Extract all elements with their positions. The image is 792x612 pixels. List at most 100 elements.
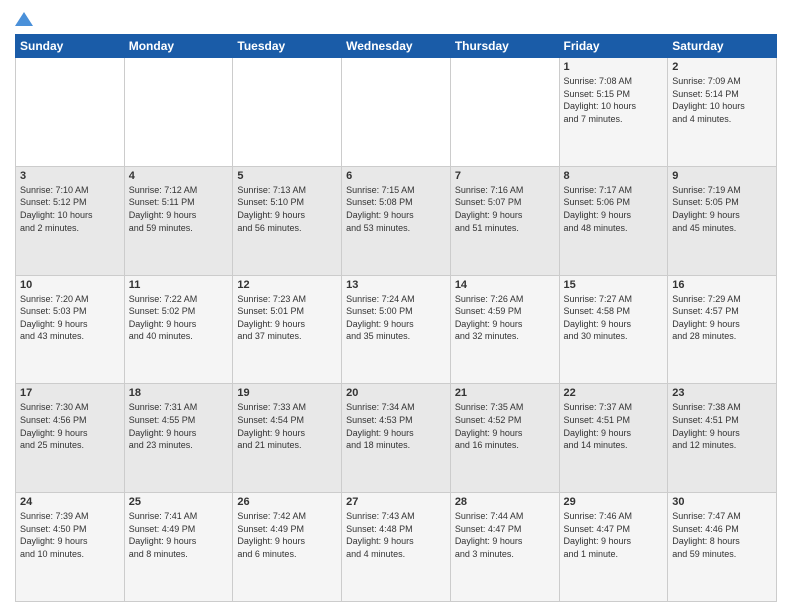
day-cell: 24Sunrise: 7:39 AM Sunset: 4:50 PM Dayli…	[16, 493, 125, 602]
day-cell: 3 Sunrise: 7:10 AM Sunset: 5:12 PM Daylig…	[16, 166, 125, 275]
day-number: 29	[564, 496, 664, 508]
day-cell: 1 Sunrise: 7:08 AM Sunset: 5:15 PM Daylig…	[559, 58, 668, 167]
day-cell: 7 Sunrise: 7:16 AM Sunset: 5:07 PM Daylig…	[450, 166, 559, 275]
page: SundayMondayTuesdayWednesdayThursdayFrid…	[0, 0, 792, 612]
day-cell: 21Sunrise: 7:35 AM Sunset: 4:52 PM Dayli…	[450, 384, 559, 493]
day-info: Sunrise: 7:39 AM Sunset: 4:50 PM Dayligh…	[20, 510, 120, 560]
day-info: Sunrise: 7:35 AM Sunset: 4:52 PM Dayligh…	[455, 401, 555, 451]
day-info: Sunrise: 7:37 AM Sunset: 4:51 PM Dayligh…	[564, 401, 664, 451]
weekday-header-sunday: Sunday	[16, 35, 125, 58]
day-number: 26	[237, 496, 337, 508]
day-cell: 27Sunrise: 7:43 AM Sunset: 4:48 PM Dayli…	[342, 493, 451, 602]
calendar-table: SundayMondayTuesdayWednesdayThursdayFrid…	[15, 34, 777, 602]
day-info: Sunrise: 7:20 AM Sunset: 5:03 PM Dayligh…	[20, 293, 120, 343]
day-cell: 25Sunrise: 7:41 AM Sunset: 4:49 PM Dayli…	[124, 493, 233, 602]
day-number: 12	[237, 279, 337, 291]
week-row-4: 17 Sunrise: 7:30 AM Sunset: 4:56 PM Dayli…	[16, 384, 777, 493]
day-number: 1	[564, 61, 664, 73]
day-number: 28	[455, 496, 555, 508]
week-row-2: 3 Sunrise: 7:10 AM Sunset: 5:12 PM Daylig…	[16, 166, 777, 275]
day-info: Sunrise: 7:23 AM Sunset: 5:01 PM Dayligh…	[237, 293, 337, 343]
day-info: Sunrise: 7:08 AM Sunset: 5:15 PM Dayligh…	[564, 75, 664, 125]
weekday-header-thursday: Thursday	[450, 35, 559, 58]
week-row-3: 10 Sunrise: 7:20 AM Sunset: 5:03 PM Dayli…	[16, 275, 777, 384]
weekday-header-tuesday: Tuesday	[233, 35, 342, 58]
day-cell: 9 Sunrise: 7:19 AM Sunset: 5:05 PM Daylig…	[668, 166, 777, 275]
day-info: Sunrise: 7:38 AM Sunset: 4:51 PM Dayligh…	[672, 401, 772, 451]
day-number: 8	[564, 170, 664, 182]
day-cell: 10 Sunrise: 7:20 AM Sunset: 5:03 PM Dayli…	[16, 275, 125, 384]
day-number: 9	[672, 170, 772, 182]
day-info: Sunrise: 7:26 AM Sunset: 4:59 PM Dayligh…	[455, 293, 555, 343]
week-row-5: 24Sunrise: 7:39 AM Sunset: 4:50 PM Dayli…	[16, 493, 777, 602]
day-cell	[124, 58, 233, 167]
day-info: Sunrise: 7:46 AM Sunset: 4:47 PM Dayligh…	[564, 510, 664, 560]
day-info: Sunrise: 7:31 AM Sunset: 4:55 PM Dayligh…	[129, 401, 229, 451]
day-cell: 14 Sunrise: 7:26 AM Sunset: 4:59 PM Dayli…	[450, 275, 559, 384]
day-cell: 5Sunrise: 7:13 AM Sunset: 5:10 PM Daylig…	[233, 166, 342, 275]
day-number: 25	[129, 496, 229, 508]
day-number: 5	[237, 170, 337, 182]
day-info: Sunrise: 7:09 AM Sunset: 5:14 PM Dayligh…	[672, 75, 772, 125]
logo	[15, 10, 33, 26]
day-cell: 22 Sunrise: 7:37 AM Sunset: 4:51 PM Dayli…	[559, 384, 668, 493]
day-info: Sunrise: 7:16 AM Sunset: 5:07 PM Dayligh…	[455, 184, 555, 234]
day-cell	[342, 58, 451, 167]
day-cell	[16, 58, 125, 167]
day-cell: 15 Sunrise: 7:27 AM Sunset: 4:58 PM Dayli…	[559, 275, 668, 384]
day-number: 4	[129, 170, 229, 182]
weekday-header-wednesday: Wednesday	[342, 35, 451, 58]
day-cell: 2 Sunrise: 7:09 AM Sunset: 5:14 PM Daylig…	[668, 58, 777, 167]
day-cell: 29 Sunrise: 7:46 AM Sunset: 4:47 PM Dayli…	[559, 493, 668, 602]
day-number: 30	[672, 496, 772, 508]
header	[15, 10, 777, 26]
day-cell: 12 Sunrise: 7:23 AM Sunset: 5:01 PM Dayli…	[233, 275, 342, 384]
day-number: 15	[564, 279, 664, 291]
day-cell: 6Sunrise: 7:15 AM Sunset: 5:08 PM Daylig…	[342, 166, 451, 275]
day-info: Sunrise: 7:44 AM Sunset: 4:47 PM Dayligh…	[455, 510, 555, 560]
weekday-header-saturday: Saturday	[668, 35, 777, 58]
day-cell	[233, 58, 342, 167]
day-info: Sunrise: 7:10 AM Sunset: 5:12 PM Dayligh…	[20, 184, 120, 234]
day-number: 16	[672, 279, 772, 291]
day-cell: 16 Sunrise: 7:29 AM Sunset: 4:57 PM Dayli…	[668, 275, 777, 384]
day-number: 2	[672, 61, 772, 73]
day-cell: 23Sunrise: 7:38 AM Sunset: 4:51 PM Dayli…	[668, 384, 777, 493]
logo-icon	[15, 10, 33, 28]
day-number: 22	[564, 387, 664, 399]
day-cell	[450, 58, 559, 167]
day-cell: 4 Sunrise: 7:12 AM Sunset: 5:11 PM Daylig…	[124, 166, 233, 275]
weekday-header-friday: Friday	[559, 35, 668, 58]
day-info: Sunrise: 7:24 AM Sunset: 5:00 PM Dayligh…	[346, 293, 446, 343]
day-cell: 30 Sunrise: 7:47 AM Sunset: 4:46 PM Dayli…	[668, 493, 777, 602]
day-cell: 26Sunrise: 7:42 AM Sunset: 4:49 PM Dayli…	[233, 493, 342, 602]
day-number: 7	[455, 170, 555, 182]
day-info: Sunrise: 7:27 AM Sunset: 4:58 PM Dayligh…	[564, 293, 664, 343]
day-number: 20	[346, 387, 446, 399]
weekday-header-row: SundayMondayTuesdayWednesdayThursdayFrid…	[16, 35, 777, 58]
day-cell: 18 Sunrise: 7:31 AM Sunset: 4:55 PM Dayli…	[124, 384, 233, 493]
day-info: Sunrise: 7:30 AM Sunset: 4:56 PM Dayligh…	[20, 401, 120, 451]
day-number: 18	[129, 387, 229, 399]
day-info: Sunrise: 7:17 AM Sunset: 5:06 PM Dayligh…	[564, 184, 664, 234]
weekday-header-monday: Monday	[124, 35, 233, 58]
day-cell: 8 Sunrise: 7:17 AM Sunset: 5:06 PM Daylig…	[559, 166, 668, 275]
day-cell: 11 Sunrise: 7:22 AM Sunset: 5:02 PM Dayli…	[124, 275, 233, 384]
day-number: 19	[237, 387, 337, 399]
day-number: 10	[20, 279, 120, 291]
day-info: Sunrise: 7:22 AM Sunset: 5:02 PM Dayligh…	[129, 293, 229, 343]
day-info: Sunrise: 7:15 AM Sunset: 5:08 PM Dayligh…	[346, 184, 446, 234]
day-number: 14	[455, 279, 555, 291]
day-cell: 19Sunrise: 7:33 AM Sunset: 4:54 PM Dayli…	[233, 384, 342, 493]
day-number: 27	[346, 496, 446, 508]
day-number: 11	[129, 279, 229, 291]
day-cell: 17 Sunrise: 7:30 AM Sunset: 4:56 PM Dayli…	[16, 384, 125, 493]
day-cell: 13Sunrise: 7:24 AM Sunset: 5:00 PM Dayli…	[342, 275, 451, 384]
day-number: 17	[20, 387, 120, 399]
day-number: 3	[20, 170, 120, 182]
day-info: Sunrise: 7:19 AM Sunset: 5:05 PM Dayligh…	[672, 184, 772, 234]
day-info: Sunrise: 7:29 AM Sunset: 4:57 PM Dayligh…	[672, 293, 772, 343]
week-row-1: 1 Sunrise: 7:08 AM Sunset: 5:15 PM Daylig…	[16, 58, 777, 167]
day-info: Sunrise: 7:47 AM Sunset: 4:46 PM Dayligh…	[672, 510, 772, 560]
day-info: Sunrise: 7:12 AM Sunset: 5:11 PM Dayligh…	[129, 184, 229, 234]
